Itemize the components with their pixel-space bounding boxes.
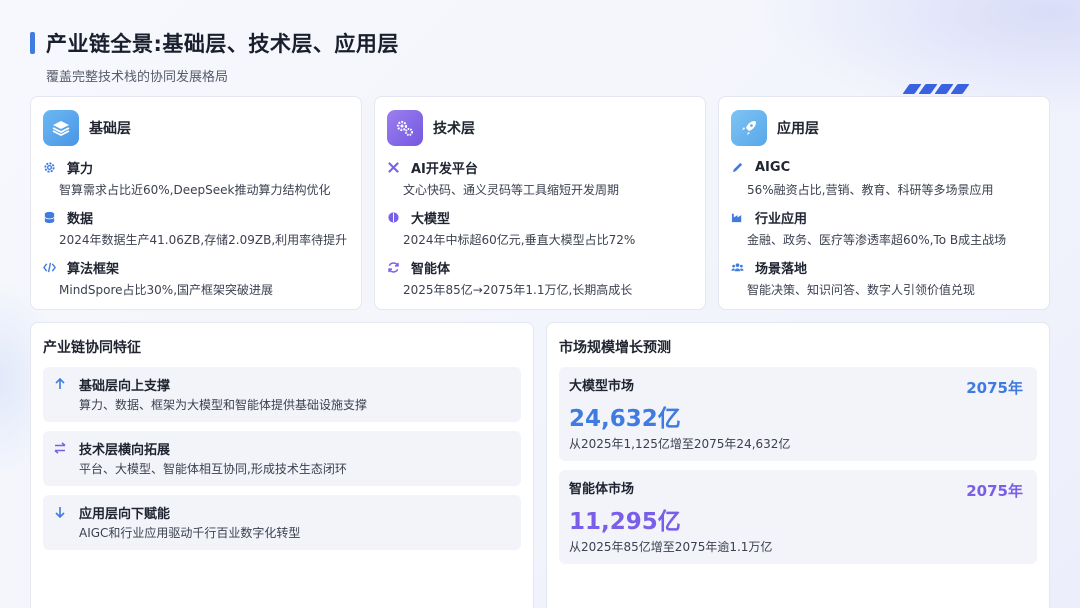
synergy-row: 基础层向上支撑 算力、数据、框架为大模型和智能体提供基础设施支撑 [43,367,521,422]
market-year: 2075年 [966,482,1023,500]
item-title: 数据 [67,211,94,227]
layer-card-application: 应用层 AIGC 56%融资占比,营销、教育、科研等多场景应用 行业应用 金融、… [718,96,1050,310]
layer-item: 智能体 2025年85亿→2075年1.1万亿,长期高成长 [387,257,693,298]
market-year: 2075年 [966,379,1023,397]
item-desc: 金融、政务、医疗等渗透率超60%,To B成主战场 [747,233,1007,247]
item-desc: 2025年85亿→2075年1.1万亿,长期高成长 [403,283,633,297]
decorative-stripes [902,84,970,94]
item-title: 大模型 [411,211,451,227]
users-icon [731,259,749,275]
arrow-up-icon [53,375,79,393]
pen-icon [731,159,749,175]
synergy-title: 应用层向下赋能 [79,507,171,522]
item-title: AIGC [755,159,791,175]
layer-title: 基础层 [89,121,131,137]
market-forecast-card: 市场规模增长预测 大模型市场 2075年 24,632亿 从2025年1,125… [546,322,1050,608]
brain-icon [387,209,405,225]
item-desc: 56%融资占比,营销、教育、科研等多场景应用 [747,183,994,197]
market-row: 智能体市场 2075年 11,295亿 从2025年85亿增至2075年逾1.1… [559,470,1037,564]
arrow-down-icon [53,503,79,521]
synergy-title: 技术层横向拓展 [79,443,171,458]
layer-title: 技术层 [433,121,475,137]
synergy-desc: 算力、数据、框架为大模型和智能体提供基础设施支撑 [79,398,368,412]
market-label: 智能体市场 [569,482,635,497]
market-row: 大模型市场 2075年 24,632亿 从2025年1,125亿增至2075年2… [559,367,1037,461]
synergy-desc: AIGC和行业应用驱动千行百业数字化转型 [79,526,301,540]
synergy-row: 应用层向下赋能 AIGC和行业应用驱动千行百业数字化转型 [43,495,521,550]
market-desc: 从2025年85亿增至2075年逾1.1万亿 [569,540,773,554]
layer-item: 算力 智算需求占比近60%,DeepSeek推动算力结构优化 [43,157,349,198]
arrows-horizontal-icon [53,439,79,457]
layer-item: 大模型 2024年中标超60亿元,垂直大模型占比72% [387,207,693,248]
layer-card-technology: 技术层 AI开发平台 文心快码、通义灵码等工具缩短开发周期 大模型 2024年中… [374,96,706,310]
item-desc: 智能决策、知识问答、数字人引领价值兑现 [747,283,976,297]
layer-card-infrastructure: 基础层 算力 智算需求占比近60%,DeepSeek推动算力结构优化 数据 20… [30,96,362,310]
synergy-card: 产业链协同特征 基础层向上支撑 算力、数据、框架为大模型和智能体提供基础设施支撑… [30,322,534,608]
layer-item: 数据 2024年数据生产41.06ZB,存储2.09ZB,利用率待提升 [43,207,349,248]
market-value: 11,295亿 [569,509,681,535]
layer-item: 行业应用 金融、政务、医疗等渗透率超60%,To B成主战场 [731,207,1037,248]
synergy-title: 基础层向上支撑 [79,379,171,394]
title-accent-bar [30,32,35,54]
item-title: AI开发平台 [411,161,478,177]
refresh-icon [387,259,405,275]
code-icon [43,259,61,275]
item-title: 行业应用 [755,211,808,227]
layers-icon [43,110,79,146]
item-title: 算力 [67,161,94,177]
section-title: 产业链协同特征 [43,340,141,356]
layer-item: 场景落地 智能决策、知识问答、数字人引领价值兑现 [731,257,1037,298]
item-title: 场景落地 [755,261,808,277]
industry-icon [731,209,749,225]
page-subtitle: 覆盖完整技术栈的协同发展格局 [46,70,229,85]
layer-title: 应用层 [777,121,819,137]
item-desc: 文心快码、通义灵码等工具缩短开发周期 [403,183,620,197]
item-desc: 2024年中标超60亿元,垂直大模型占比72% [403,233,636,247]
item-desc: MindSpore占比30%,国产框架突破进展 [59,283,274,297]
item-title: 智能体 [411,261,451,277]
database-icon [43,209,61,225]
market-label: 大模型市场 [569,379,635,394]
item-title: 算法框架 [67,261,120,277]
synergy-desc: 平台、大模型、智能体相互协同,形成技术生态闭环 [79,462,347,476]
layer-item: AI开发平台 文心快码、通义灵码等工具缩短开发周期 [387,157,693,198]
market-desc: 从2025年1,125亿增至2075年24,632亿 [569,437,791,451]
layer-item: 算法框架 MindSpore占比30%,国产框架突破进展 [43,257,349,298]
item-desc: 智算需求占比近60%,DeepSeek推动算力结构优化 [59,183,331,197]
item-desc: 2024年数据生产41.06ZB,存储2.09ZB,利用率待提升 [59,233,348,247]
section-title: 市场规模增长预测 [559,340,671,356]
cogs-icon [387,110,423,146]
tools-icon [387,159,405,175]
market-value: 24,632亿 [569,406,681,432]
layer-item: AIGC 56%融资占比,营销、教育、科研等多场景应用 [731,157,1037,198]
synergy-row: 技术层横向拓展 平台、大模型、智能体相互协同,形成技术生态闭环 [43,431,521,486]
rocket-icon [731,110,767,146]
page-title: 产业链全景:基础层、技术层、应用层 [46,32,399,56]
gear-icon [43,159,61,175]
